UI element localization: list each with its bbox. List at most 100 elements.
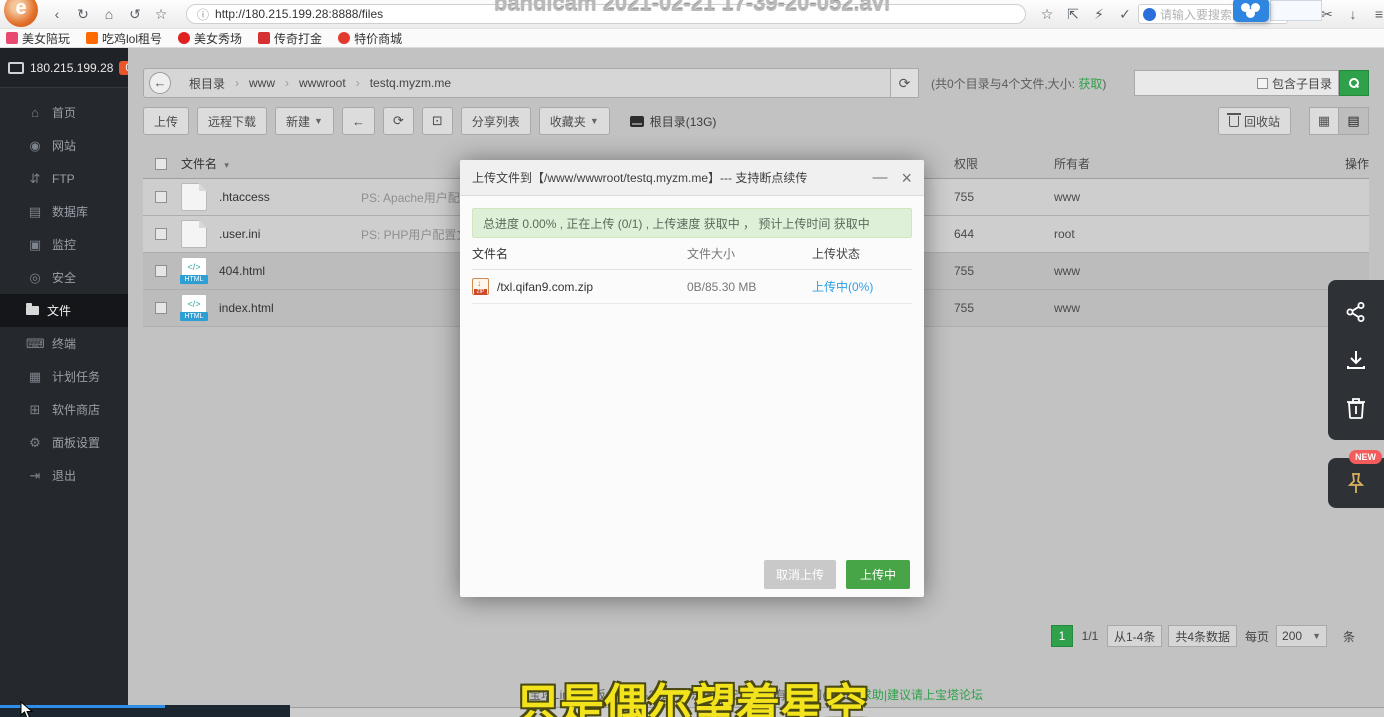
flash-icon[interactable]: ⚡ bbox=[1086, 6, 1112, 23]
search-button[interactable] bbox=[1339, 70, 1369, 96]
bookmark-item[interactable]: 特价商城 bbox=[338, 30, 402, 47]
per-page-select[interactable]: 200▼ bbox=[1276, 625, 1327, 647]
disk-icon bbox=[630, 116, 644, 127]
shield-icon: ◎ bbox=[26, 270, 44, 286]
sidebar-item-website[interactable]: ◉网站 bbox=[0, 129, 128, 162]
refresh-path-button[interactable]: ⟳ bbox=[891, 68, 919, 98]
row-checkbox[interactable] bbox=[155, 265, 167, 277]
sort-caret-icon[interactable]: ▾ bbox=[224, 160, 229, 170]
pin-button[interactable]: NEW bbox=[1328, 458, 1384, 508]
dialog-header[interactable]: 上传文件到【/www/wwwroot/testq.myzm.me】--- 支持断… bbox=[460, 160, 924, 196]
dialog-title: 上传文件到【/www/wwwroot/testq.myzm.me】--- 支持断… bbox=[472, 169, 807, 186]
breadcrumb-www[interactable]: www bbox=[239, 76, 285, 90]
sidebar-item-logout[interactable]: ⇥退出 bbox=[0, 459, 128, 492]
panel-footer: 宝塔Linux面板 ©2014-2021 广东堡塔安全技术有限公司(bt.cn)… bbox=[128, 686, 1384, 703]
share-button[interactable] bbox=[1328, 288, 1384, 336]
sidebar-item-terminal[interactable]: ⌨终端 bbox=[0, 327, 128, 360]
sidebar-item-database[interactable]: ▤数据库 bbox=[0, 195, 128, 228]
upload-button[interactable]: 上传 bbox=[143, 107, 189, 135]
remote-download-button[interactable]: 远程下载 bbox=[197, 107, 267, 135]
terminal-button[interactable]: ⊡ bbox=[422, 107, 453, 135]
sidebar-item-ftp[interactable]: ⇵FTP bbox=[0, 162, 128, 195]
bookmark-item[interactable]: 美女陪玩 bbox=[6, 30, 70, 47]
server-header[interactable]: 180.215.199.28 0 bbox=[0, 48, 128, 88]
file-icon bbox=[181, 183, 207, 211]
bookmark-item[interactable]: 传奇打金 bbox=[258, 30, 322, 47]
share-list-button[interactable]: 分享列表 bbox=[461, 107, 531, 135]
col-owner[interactable]: 所有者 bbox=[1054, 155, 1314, 172]
close-icon[interactable]: × bbox=[901, 169, 912, 187]
monitor-icon: ▣ bbox=[26, 237, 44, 253]
cloud-overlay-icon[interactable] bbox=[1233, 0, 1269, 22]
home-icon[interactable]: ⌂ bbox=[96, 6, 122, 22]
mouse-cursor bbox=[20, 701, 34, 717]
include-subdir-label: 包含子目录 bbox=[1272, 75, 1332, 92]
row-checkbox[interactable] bbox=[155, 191, 167, 203]
refresh-icon[interactable]: ↻ bbox=[70, 6, 96, 23]
include-subdir-checkbox[interactable] bbox=[1257, 78, 1268, 89]
sidebar-item-cron[interactable]: ▦计划任务 bbox=[0, 360, 128, 393]
breadcrumb-root[interactable]: 根目录 bbox=[179, 75, 235, 92]
upload-table-header: 文件名 文件大小 上传状态 bbox=[472, 238, 912, 270]
breadcrumb-back-button[interactable]: ← bbox=[149, 72, 171, 94]
minimize-icon[interactable]: — bbox=[872, 170, 887, 185]
trash-icon bbox=[1345, 396, 1367, 420]
breadcrumb-wwwroot[interactable]: wwwroot bbox=[289, 76, 356, 90]
sidebar-item-appstore[interactable]: ⊞软件商店 bbox=[0, 393, 128, 426]
sidebar-item-security[interactable]: ◎安全 bbox=[0, 261, 128, 294]
upload-status-link[interactable]: 上传中(0%) bbox=[812, 280, 873, 294]
sidebar-item-files[interactable]: 文件 bbox=[0, 294, 128, 327]
list-view-button[interactable]: ▤ bbox=[1339, 107, 1369, 135]
favorites-button[interactable]: 收藏夹▼ bbox=[539, 107, 610, 135]
undo-icon[interactable]: ↺ bbox=[122, 6, 148, 23]
download-icon[interactable]: ↓ bbox=[1340, 6, 1366, 22]
gear-icon: ⚙ bbox=[26, 435, 44, 451]
bookmark-icon bbox=[86, 32, 98, 44]
forum-link[interactable]: 求助|建议请上宝塔论坛 bbox=[860, 688, 983, 702]
uploading-button[interactable]: 上传中 bbox=[846, 560, 910, 589]
file-search-input[interactable]: 包含子目录 bbox=[1134, 70, 1339, 96]
row-checkbox[interactable] bbox=[155, 228, 167, 240]
trash-button[interactable] bbox=[1328, 384, 1384, 432]
share-icon bbox=[1344, 300, 1368, 324]
back-icon[interactable]: ‹ bbox=[44, 6, 70, 22]
star-icon[interactable]: ☆ bbox=[148, 6, 174, 23]
url-bar[interactable]: ⓘ http://180.215.199.28:8888/files bbox=[186, 4, 1026, 24]
col-perm[interactable]: 权限 bbox=[954, 155, 1054, 172]
terminal-icon: ⌨ bbox=[26, 336, 44, 352]
cancel-upload-button[interactable]: 取消上传 bbox=[764, 560, 836, 589]
grid-view-button[interactable]: ▦ bbox=[1309, 107, 1339, 135]
bookmarks-bar: 美女陪玩 吃鸡lol租号 美女秀场 传奇打金 特价商城 bbox=[0, 29, 1384, 48]
new-button[interactable]: 新建▼ bbox=[275, 107, 334, 135]
file-icon bbox=[181, 220, 207, 248]
favorite-icon[interactable]: ☆ bbox=[1034, 6, 1060, 23]
refresh-button[interactable]: ⟳ bbox=[383, 107, 414, 135]
download-button[interactable] bbox=[1328, 336, 1384, 384]
row-checkbox[interactable] bbox=[155, 302, 167, 314]
menu-icon[interactable]: ≡ bbox=[1366, 6, 1384, 22]
globe-icon: ◉ bbox=[26, 138, 44, 154]
page-button[interactable]: 1 bbox=[1051, 625, 1073, 647]
new-badge: NEW bbox=[1349, 450, 1382, 464]
share-icon[interactable]: ⇱ bbox=[1060, 6, 1086, 23]
upload-row: /txl.qifan9.com.zip 0B/85.30 MB 上传中(0%) bbox=[472, 270, 912, 304]
sidebar-item-settings[interactable]: ⚙面板设置 bbox=[0, 426, 128, 459]
recycle-bin-button[interactable]: 回收站 bbox=[1218, 107, 1291, 135]
bookmark-icon bbox=[258, 32, 270, 44]
select-all-checkbox[interactable] bbox=[155, 158, 167, 170]
get-size-link[interactable]: 获取 bbox=[1078, 77, 1102, 91]
sidebar-item-monitor[interactable]: ▣监控 bbox=[0, 228, 128, 261]
trash-icon bbox=[1229, 116, 1239, 127]
bookmark-item[interactable]: 美女秀场 bbox=[178, 30, 242, 47]
sidebar-item-home[interactable]: ⌂首页 bbox=[0, 96, 128, 129]
back-button[interactable]: ← bbox=[342, 107, 375, 135]
zip-icon bbox=[472, 278, 489, 295]
monitor-icon bbox=[8, 62, 24, 74]
breadcrumb-site[interactable]: testq.myzm.me bbox=[360, 76, 461, 90]
check-icon[interactable]: ✓ bbox=[1112, 6, 1138, 23]
range-label: 从1-4条 bbox=[1107, 625, 1162, 647]
root-disk-info[interactable]: 根目录(13G) bbox=[630, 113, 717, 130]
total-label: 共4条数据 bbox=[1168, 625, 1237, 647]
upload-dialog: 上传文件到【/www/wwwroot/testq.myzm.me】--- 支持断… bbox=[460, 160, 924, 597]
bookmark-item[interactable]: 吃鸡lol租号 bbox=[86, 30, 162, 47]
